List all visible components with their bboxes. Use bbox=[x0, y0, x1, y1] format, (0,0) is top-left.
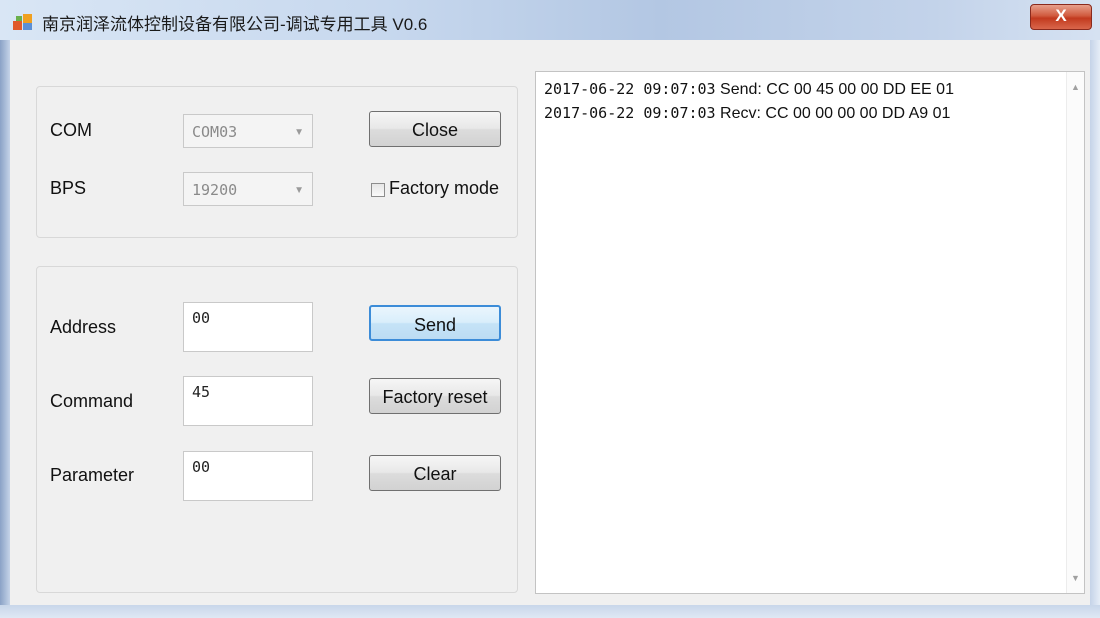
log-scrollbar[interactable]: ▲ ▼ bbox=[1066, 72, 1084, 593]
com-label: COM bbox=[50, 120, 92, 140]
com-port-value: COM03 bbox=[192, 123, 238, 141]
address-label: Address bbox=[50, 317, 117, 337]
command-label: Command bbox=[50, 391, 134, 411]
command-value: 45 bbox=[192, 383, 211, 401]
send-button-label: Send bbox=[413, 315, 457, 335]
log-message: Send: CC 00 45 00 00 DD EE 01 bbox=[720, 81, 954, 98]
window-frame-bottom bbox=[0, 605, 1100, 618]
log-timestamp: 2017-06-22 09:07:03 bbox=[544, 80, 716, 98]
app-icon bbox=[13, 14, 32, 30]
window-title: 南京润泽流体控制设备有限公司-调试专用工具 V0.6 bbox=[42, 15, 428, 34]
parameter-value: 00 bbox=[192, 458, 211, 476]
log-timestamp: 2017-06-22 09:07:03 bbox=[544, 104, 716, 122]
app-window: 南京润泽流体控制设备有限公司-调试专用工具 V0.6 X COM COM03 ▼… bbox=[0, 0, 1100, 618]
parameter-label: Parameter bbox=[50, 465, 135, 485]
log-message: Recv: CC 00 00 00 00 DD A9 01 bbox=[720, 105, 951, 122]
parameter-input[interactable]: 00 bbox=[183, 451, 313, 501]
window-frame-left bbox=[0, 40, 10, 618]
close-port-button-label: Close bbox=[411, 120, 459, 140]
scroll-up-icon[interactable]: ▲ bbox=[1071, 82, 1080, 92]
factory-mode-label[interactable]: Factory mode bbox=[389, 178, 499, 199]
window-close-button[interactable]: X bbox=[1030, 4, 1092, 30]
address-value: 00 bbox=[192, 309, 211, 327]
clear-button[interactable]: Clear bbox=[369, 455, 501, 491]
address-input[interactable]: 00 bbox=[183, 302, 313, 352]
scroll-down-icon[interactable]: ▼ bbox=[1071, 573, 1080, 583]
factory-reset-button[interactable]: Factory reset bbox=[369, 378, 501, 414]
bps-label: BPS bbox=[50, 178, 87, 198]
factory-reset-button-label: Factory reset bbox=[382, 387, 488, 407]
baud-rate-select[interactable]: 19200 ▼ bbox=[183, 172, 313, 206]
log-line: 2017-06-22 09:07:03 Send: CC 00 45 00 00… bbox=[544, 80, 954, 99]
log-line: 2017-06-22 09:07:03 Recv: CC 00 00 00 00… bbox=[544, 104, 950, 123]
command-input[interactable]: 45 bbox=[183, 376, 313, 426]
baud-rate-value: 19200 bbox=[192, 181, 238, 199]
title-bar[interactable]: 南京润泽流体控制设备有限公司-调试专用工具 V0.6 X bbox=[0, 0, 1100, 40]
com-port-select[interactable]: COM03 ▼ bbox=[183, 114, 313, 148]
chevron-down-icon: ▼ bbox=[294, 127, 304, 138]
close-port-button[interactable]: Close bbox=[369, 111, 501, 147]
chevron-down-icon: ▼ bbox=[294, 185, 304, 196]
window-frame-right bbox=[1090, 40, 1100, 618]
close-icon: X bbox=[1055, 6, 1067, 25]
clear-button-label: Clear bbox=[413, 464, 457, 484]
send-button[interactable]: Send bbox=[369, 305, 501, 341]
log-textarea[interactable]: 2017-06-22 09:07:03 Send: CC 00 45 00 00… bbox=[535, 71, 1085, 594]
connection-group bbox=[36, 86, 518, 238]
factory-mode-checkbox[interactable] bbox=[371, 183, 385, 197]
